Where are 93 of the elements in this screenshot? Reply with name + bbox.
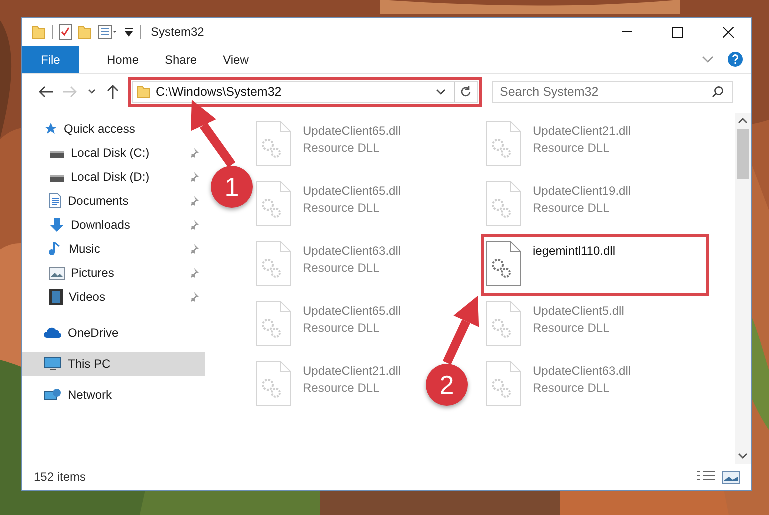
file-item[interactable]: UpdateClient21.dll Resource DLL	[484, 117, 636, 173]
ribbon-tab[interactable]: View	[207, 46, 265, 73]
gear-file-icon	[256, 361, 292, 407]
download-arrow-icon	[49, 217, 65, 233]
file-item[interactable]: UpdateClient5.dll Resource DLL	[484, 297, 628, 353]
gear-file-icon	[486, 241, 522, 287]
file-menu-tab[interactable]: File	[22, 46, 79, 73]
file-name: iegemintl110.dll	[533, 244, 616, 258]
film-icon	[49, 289, 63, 305]
gear-file-icon	[256, 121, 292, 167]
gear-file-icon	[486, 361, 522, 407]
sidebar-item[interactable]: Local Disk (C:)	[22, 141, 205, 165]
help-icon	[728, 52, 743, 67]
computer-icon	[44, 357, 62, 371]
file-name: UpdateClient21.dll	[303, 364, 402, 378]
folder-icon	[32, 24, 46, 40]
gear-file-icon	[486, 181, 522, 227]
sidebar-item[interactable]: Local Disk (D:)	[22, 165, 205, 189]
details-list-icon	[696, 471, 716, 483]
address-path: C:\Windows\System32	[156, 85, 283, 99]
file-item[interactable]: UpdateClient21.dll Resource DLL	[254, 357, 406, 413]
file-name: UpdateClient65.dll	[303, 184, 402, 198]
file-item[interactable]: UpdateClient63.dll Resource DLL	[254, 237, 406, 293]
file-name: UpdateClient63.dll	[533, 364, 632, 378]
file-type: Resource DLL	[303, 321, 381, 335]
annotation-arrow	[442, 296, 480, 365]
sidebar-item[interactable]: Pictures	[22, 261, 205, 285]
cloud-icon	[44, 327, 62, 339]
picture-icon	[722, 470, 740, 484]
document-icon	[49, 193, 62, 209]
network-icon	[44, 388, 62, 402]
window-title: System32	[151, 25, 206, 39]
up-arrow-icon	[107, 85, 119, 99]
maximize-icon	[672, 26, 683, 38]
large-icons-view-button[interactable]	[719, 470, 743, 484]
star-icon	[44, 122, 58, 136]
ribbon-tab[interactable]: Home	[91, 46, 149, 73]
file-item[interactable]: iegemintl110.dll	[484, 237, 706, 293]
sidebar-item[interactable]: Quick access	[22, 117, 142, 141]
file-item[interactable]: UpdateClient65.dll Resource DLL	[254, 177, 406, 233]
sidebar-item[interactable]: OneDrive	[22, 321, 125, 345]
chevron-down-icon	[436, 88, 446, 96]
file-type: Resource DLL	[533, 381, 611, 395]
picture-icon	[49, 266, 65, 280]
search-field[interactable]: Search System32	[492, 81, 733, 103]
file-item[interactable]: UpdateClient19.dll Resource DLL	[484, 177, 636, 233]
gear-file-icon	[256, 241, 292, 287]
file-name: UpdateClient65.dll	[303, 124, 402, 138]
gear-file-icon	[256, 301, 292, 347]
ribbon-tab[interactable]: Share	[149, 46, 207, 73]
gear-file-icon	[486, 301, 522, 347]
scroll-up-icon	[738, 117, 748, 125]
file-type: Resource DLL	[303, 261, 381, 275]
folder-icon	[137, 85, 151, 99]
forward-arrow-icon	[63, 86, 77, 98]
file-item[interactable]: UpdateClient63.dll Resource DLL	[484, 357, 636, 413]
view-layout-icon	[98, 25, 118, 39]
folder-icon	[78, 24, 92, 40]
sidebar-item[interactable]: Documents	[22, 189, 205, 213]
annotation-arrow	[191, 100, 236, 168]
file-type: Resource DLL	[303, 141, 381, 155]
file-type: Resource DLL	[533, 201, 611, 215]
scroll-down-icon	[738, 452, 748, 460]
dropdown-caret-icon	[124, 27, 134, 37]
refresh-icon	[460, 86, 472, 98]
gear-file-icon	[486, 121, 522, 167]
file-type: Resource DLL	[303, 381, 381, 395]
chevron-down-icon	[88, 89, 96, 95]
file-name: UpdateClient5.dll	[533, 304, 624, 318]
search-icon	[712, 86, 724, 98]
chevron-down-icon	[702, 56, 714, 64]
item-count: 152 items	[34, 470, 88, 484]
sidebar-item[interactable]: Network	[22, 383, 118, 407]
file-item[interactable]: UpdateClient65.dll Resource DLL	[254, 117, 406, 173]
sidebar-item[interactable]: This PC	[22, 352, 205, 376]
file-name: UpdateClient65.dll	[303, 304, 402, 318]
sidebar-item[interactable]: Downloads	[22, 213, 205, 237]
music-note-icon	[49, 241, 63, 257]
minimize-icon	[622, 31, 632, 33]
gear-file-icon	[256, 181, 292, 227]
back-arrow-icon	[39, 86, 53, 98]
checkmark-document-icon	[59, 24, 72, 40]
file-type: Resource DLL	[533, 321, 611, 335]
file-name: UpdateClient19.dll	[533, 184, 632, 198]
file-item[interactable]: UpdateClient65.dll Resource DLL	[254, 297, 406, 353]
file-name: UpdateClient21.dll	[533, 124, 632, 138]
file-type: Resource DLL	[303, 201, 381, 215]
sidebar-item[interactable]: Music	[22, 237, 205, 261]
sidebar-item[interactable]: Videos	[22, 285, 205, 309]
file-name: UpdateClient63.dll	[303, 244, 402, 258]
close-icon	[723, 26, 734, 38]
scrollbar-thumb[interactable]	[737, 129, 749, 179]
file-type: Resource DLL	[533, 141, 611, 155]
